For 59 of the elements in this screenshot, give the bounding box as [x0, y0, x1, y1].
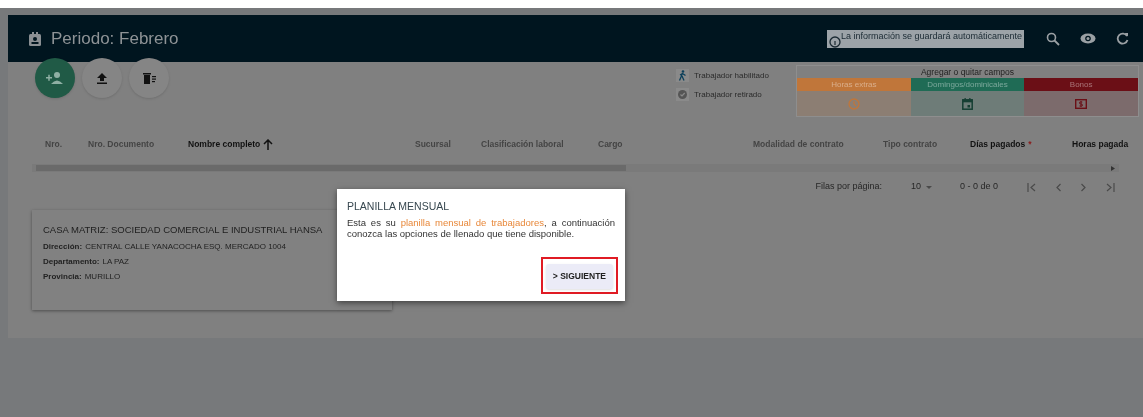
money-icon [1075, 98, 1088, 109]
calendar-badge-icon [28, 31, 42, 46]
field-group-toggle[interactable] [797, 91, 911, 116]
notice-text: La información se guardará automáticamente [840, 31, 1022, 41]
column-header[interactable]: Modalidad de contrato [753, 137, 844, 151]
column-header[interactable]: Nro. Documento [88, 137, 155, 151]
clock-icon [847, 97, 860, 110]
rows-per-page-select[interactable]: 10 [910, 180, 932, 194]
calendar-icon [962, 97, 973, 110]
next-button[interactable]: > SIGUIENTE [545, 264, 613, 289]
clear-list-button[interactable] [129, 58, 169, 98]
column-header[interactable]: Horas pagada [1072, 137, 1129, 151]
column-header[interactable]: Días pagados [970, 137, 1026, 151]
field-label: Departamento: [43, 256, 100, 269]
column-header[interactable]: Sucursal [415, 137, 451, 151]
field-label: Dirección: [43, 241, 83, 254]
field-group-header[interactable]: Domingos/dominicales [910, 78, 1025, 91]
check-circle-icon [676, 88, 689, 101]
field-group-header[interactable]: Horas extras [797, 78, 911, 91]
dialog-message: Esta es su planilla mensual de trabajadores, a continuación conozca las opciones de llenado que tiene disponible. [347, 217, 615, 239]
previous-page-icon[interactable] [1056, 182, 1061, 192]
column-header[interactable]: Nombre completo [188, 137, 261, 151]
walking-person-icon [676, 69, 689, 82]
panel-title: Agregar o quitar campos [919, 66, 1016, 78]
field-group-header[interactable]: Bonos [1024, 78, 1138, 91]
upload-icon [97, 72, 107, 84]
field-value: MURILLO [84, 271, 121, 284]
field-value: LA PAZ [102, 256, 129, 269]
required-mark: * [1028, 137, 1032, 151]
column-header[interactable]: Nro. [45, 137, 62, 151]
dialog-title: PLANILLA MENSUAL [347, 200, 451, 213]
page-range: 0 - 0 de 0 [959, 180, 998, 194]
info-icon [828, 35, 841, 48]
add-person-icon [46, 72, 64, 84]
horizontal-scrollbar[interactable] [32, 164, 1119, 172]
dropdown-caret-icon [925, 185, 932, 189]
first-page-icon[interactable] [1027, 182, 1036, 192]
column-header[interactable]: Tipo contrato [883, 137, 938, 151]
search-icon[interactable] [1046, 31, 1060, 46]
scroll-right-icon[interactable] [1111, 165, 1115, 171]
legend-label: Trabajador retirado [694, 88, 762, 101]
column-header[interactable]: Cargo [598, 137, 623, 151]
upload-button[interactable] [82, 58, 122, 98]
trash-list-icon [142, 72, 156, 84]
column-header[interactable]: Clasificación laboral [481, 137, 564, 151]
page-title: Periodo: Febrero [51, 27, 179, 50]
field-group-toggle[interactable] [910, 91, 1025, 116]
field-group-toggle[interactable] [1024, 91, 1138, 116]
field-value: CENTRAL CALLE YANACOCHA ESQ. MERCADO 1004 [85, 241, 286, 254]
next-page-icon[interactable] [1081, 182, 1086, 192]
refresh-icon[interactable] [1116, 32, 1129, 45]
sort-ascending-icon[interactable] [263, 138, 274, 150]
last-page-icon[interactable] [1106, 182, 1115, 192]
branch-title: CASA MATRIZ: SOCIEDAD COMERCIAL E INDUSTRIAL HANSA [43, 223, 323, 237]
rows-per-page-label: Filas por página: [815, 180, 882, 194]
legend-label: Trabajador habilitado [694, 69, 769, 82]
eye-icon[interactable] [1080, 33, 1096, 44]
add-worker-button[interactable] [35, 58, 75, 98]
field-label: Provincia: [43, 271, 82, 284]
